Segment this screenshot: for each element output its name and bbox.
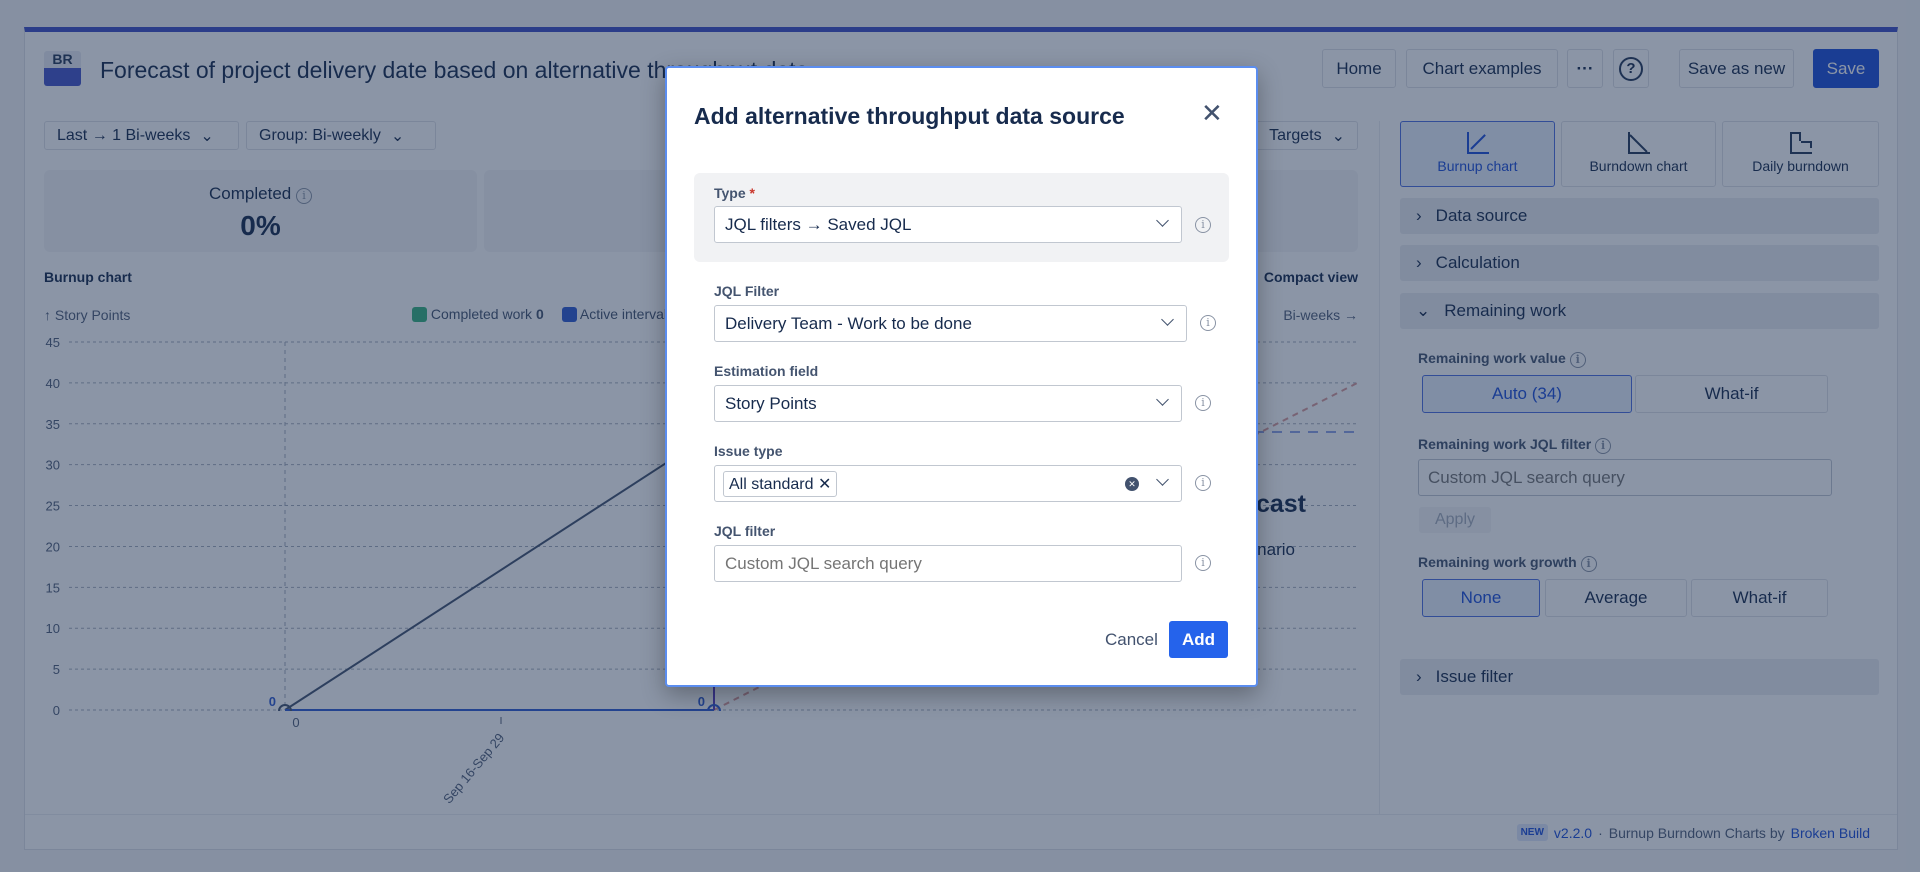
- cancel-button[interactable]: Cancel: [1105, 630, 1158, 650]
- info-icon[interactable]: i: [1195, 555, 1211, 571]
- jql-input[interactable]: [714, 545, 1182, 582]
- info-icon[interactable]: i: [1195, 475, 1211, 491]
- close-icon[interactable]: ✕: [1201, 98, 1223, 129]
- type-label: Type *: [714, 185, 755, 201]
- clear-icon[interactable]: ✕: [1125, 477, 1139, 491]
- info-icon[interactable]: i: [1195, 395, 1211, 411]
- estimation-select[interactable]: Story Points: [714, 385, 1182, 422]
- issue-type-select[interactable]: All standard ✕ ✕: [714, 465, 1182, 502]
- modal-title: Add alternative throughput data source: [694, 103, 1125, 129]
- chevron-down-icon: [1161, 313, 1174, 326]
- jql-label: JQL filter: [714, 523, 776, 539]
- chevron-down-icon: [1156, 393, 1169, 406]
- info-icon[interactable]: i: [1200, 315, 1216, 331]
- remove-tag-icon[interactable]: ✕: [818, 476, 831, 493]
- issue-type-tag: All standard ✕: [723, 470, 838, 497]
- type-select[interactable]: JQL filters → Saved JQL: [714, 206, 1182, 243]
- estimation-label: Estimation field: [714, 363, 819, 379]
- jql-filter-label: JQL Filter: [714, 283, 780, 299]
- chevron-down-icon: [1156, 473, 1169, 486]
- info-icon[interactable]: i: [1195, 217, 1211, 233]
- chevron-down-icon: [1156, 214, 1169, 227]
- issue-type-label: Issue type: [714, 443, 783, 459]
- jql-filter-select[interactable]: Delivery Team - Work to be done: [714, 305, 1187, 342]
- add-button[interactable]: Add: [1169, 621, 1228, 658]
- add-data-source-modal: Add alternative throughput data source ✕…: [665, 66, 1258, 687]
